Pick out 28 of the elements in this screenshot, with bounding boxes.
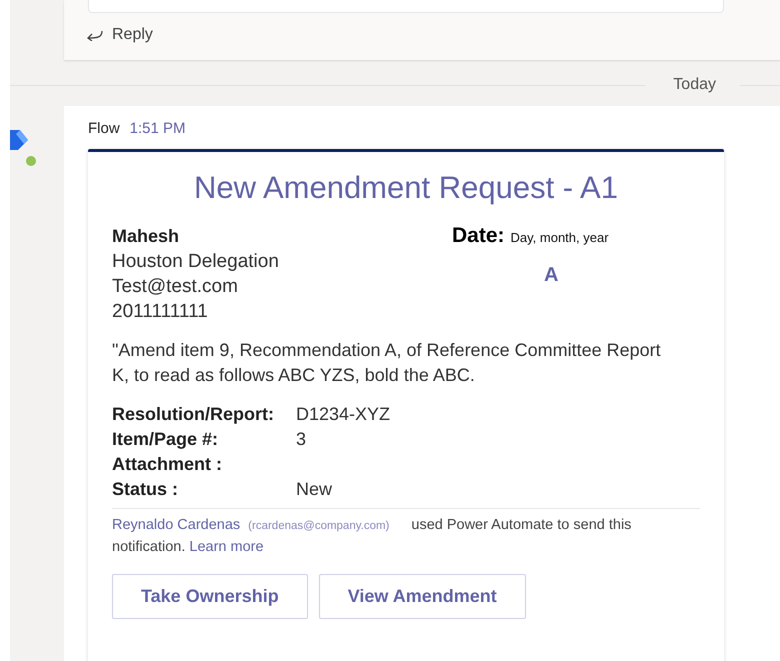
fact-label: Resolution/Report: xyxy=(112,403,275,426)
fact-value: New xyxy=(296,478,334,501)
fact-label: Attachment : xyxy=(112,453,224,476)
reply-arrow-icon xyxy=(86,29,104,41)
amendment-description: "Amend item 9, Recommendation A, of Reference Committee Report K, to read as follows ABC YZS, bold the ABC. xyxy=(112,339,662,387)
user-link[interactable]: Reynaldo Cardenas xyxy=(112,517,240,533)
date-label: Date: xyxy=(452,224,505,248)
message-time: 1:51 PM xyxy=(130,120,186,137)
footer-text: used Power Automate to send this xyxy=(411,517,632,533)
delegation-text: Houston Delegation xyxy=(112,250,280,274)
email-text: Test@test.com xyxy=(112,275,239,299)
requester-name: Mahesh xyxy=(112,225,180,248)
date-divider: Today xyxy=(672,76,717,94)
user-email: (rcardenas@company.com) xyxy=(248,520,390,532)
fact-label: Item/Page #: xyxy=(112,428,220,451)
sender-name: Flow xyxy=(88,120,120,137)
reply-button[interactable]: Reply xyxy=(86,26,153,44)
date-letter: A xyxy=(544,264,558,287)
phone-text: 2011111111 xyxy=(112,300,209,324)
footer-text: notification. xyxy=(112,539,186,555)
date-value: Day, month, year xyxy=(510,230,609,245)
card-title: New Amendment Request - A1 xyxy=(193,170,619,206)
action-button[interactable]: View Amendment xyxy=(318,574,526,619)
fact-value: 3 xyxy=(296,428,308,451)
action-button[interactable]: Take Ownership xyxy=(112,574,308,619)
fact-value: D1234-XYZ xyxy=(296,403,392,426)
fact-label: Status : xyxy=(112,478,180,501)
learn-more-link[interactable]: Learn more xyxy=(189,539,264,555)
